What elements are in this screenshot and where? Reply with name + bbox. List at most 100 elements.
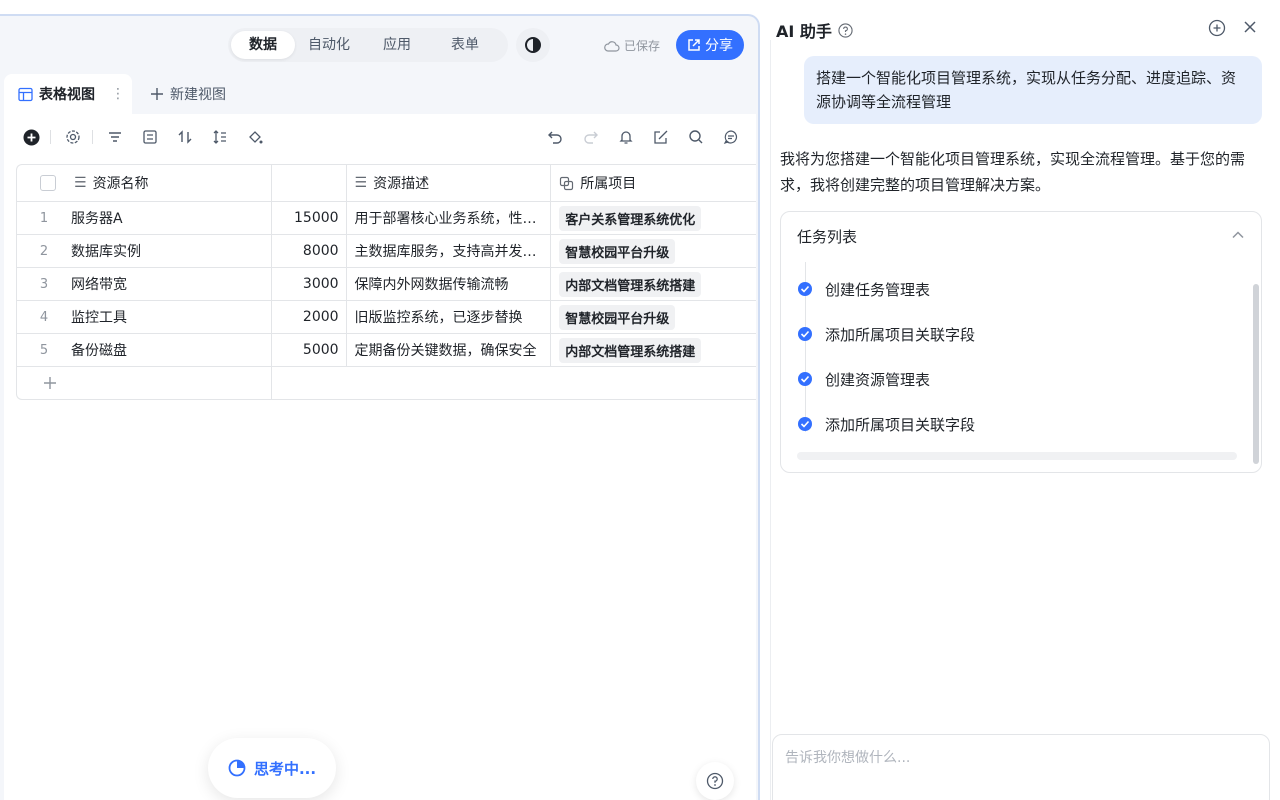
cell-amount[interactable]: 2000 [303,309,339,325]
cell-description[interactable]: 定期备份关键数据，确保安全 [355,340,537,360]
undo-button[interactable] [546,128,564,146]
filter-button[interactable] [106,128,124,146]
cell-description[interactable]: 保障内外网数据传输流畅 [355,274,509,294]
project-tag[interactable]: 客户关系管理系统优化 [559,205,702,231]
filter-icon [109,132,121,142]
tab-data[interactable]: 数据 [231,31,295,59]
cell-amount[interactable]: 5000 [303,342,339,358]
theme-toggle-button[interactable] [516,28,550,62]
field-settings-button[interactable] [64,128,82,146]
task-list-scrollbar[interactable] [1253,284,1259,464]
loading-icon [228,759,246,777]
theme-icon [525,37,541,53]
row-number: 1 [39,210,49,226]
comment-icon [723,130,737,145]
column-header-amount[interactable] [272,165,347,201]
check-circle-icon [798,282,812,296]
redo-button[interactable] [582,128,600,146]
table-row[interactable]: 1 服务器A 15000 用于部署核心业务系统，性… 客户关系管理系统优化 [17,202,756,235]
more-icon[interactable]: ⋮ [111,86,125,102]
table-row[interactable]: 5 备份磁盘 5000 定期备份关键数据，确保安全 内部文档管理系统搭建 [17,334,756,367]
share-icon [688,39,700,51]
grid-content: ☰ 资源名称 ☰ 资源描述 所属项目 1 服务器A 15000 用于部署核心业务系… [4,114,756,800]
table-row[interactable]: 3 网络带宽 3000 保障内外网数据传输流畅 内部文档管理系统搭建 [17,268,756,301]
plus-icon [151,88,163,100]
sort-button[interactable] [176,128,194,146]
help-button[interactable] [696,762,734,800]
text-field-icon: ☰ [354,175,368,191]
add-row[interactable] [17,367,756,399]
cell-resource-name[interactable]: 网络带宽 [71,274,127,294]
fill-color-button[interactable] [246,128,264,146]
grid-view-icon [18,87,33,101]
new-view-button[interactable]: 新建视图 [150,74,226,114]
table-row[interactable]: 4 监控工具 2000 旧版监控系统，已逐步替换 智慧校园平台升级 [17,301,756,334]
cloud-icon [604,40,620,52]
comment-button[interactable] [722,128,740,146]
select-all-checkbox[interactable] [40,175,56,191]
share-label: 分享 [705,38,733,54]
data-grid: ☰ 资源名称 ☰ 资源描述 所属项目 1 服务器A 15000 用于部署核心业务系… [16,164,756,400]
check-circle-icon [798,327,812,341]
task-item: 创建任务管理表 [797,278,930,300]
view-tabs: 表格视图 ⋮ 新建视图 [4,74,756,114]
task-item: 添加所属项目关联字段 [797,413,975,435]
plus-icon[interactable] [43,376,57,390]
redo-icon [584,131,598,144]
save-status: 已保存 [604,37,660,54]
notification-button[interactable] [617,128,635,146]
add-circle-icon [23,129,39,145]
cell-resource-name[interactable]: 备份磁盘 [71,340,127,360]
cell-description[interactable]: 用于部署核心业务系统，性… [355,208,537,228]
row-height-button[interactable] [211,128,229,146]
edit-button[interactable] [652,128,670,146]
column-header-label: 资源描述 [373,176,430,192]
text-field-icon: ☰ [74,175,87,191]
task-item: 添加所属项目关联字段 [797,323,975,345]
thinking-label: 思考中... [253,759,317,778]
add-record-button[interactable] [22,128,40,146]
column-header-description[interactable]: ☰ 资源描述 [347,165,552,201]
project-tag[interactable]: 内部文档管理系统搭建 [559,271,702,297]
row-number: 3 [39,276,49,292]
cell-resource-name[interactable]: 服务器A [71,208,123,228]
task-list-card: 任务列表 创建任务管理表 添加所属项目关联字段 创建资源管理表 添加所属项目关联… [780,211,1262,473]
tab-forms[interactable]: 表单 [431,31,499,59]
cell-amount[interactable]: 8000 [303,243,339,259]
sort-icon [178,130,192,144]
cell-description[interactable]: 旧版监控系统，已逐步替换 [355,307,523,327]
tab-apps[interactable]: 应用 [363,31,431,59]
ai-assistant-panel: AI 助手 搭建一个智能化项目管理系统，实现从任务分配、进度追踪、资源协调等全流… [762,0,1280,800]
chat-input[interactable]: 告诉我你想做什么... [772,734,1270,800]
group-button[interactable] [141,128,159,146]
close-icon [1244,21,1256,33]
row-height-icon [213,130,226,144]
column-header-label: 所属项目 [580,176,637,192]
view-tab-grid[interactable]: 表格视图 ⋮ [4,74,132,114]
gear-icon [66,130,80,144]
new-chat-button[interactable] [1208,19,1226,41]
cell-resource-name[interactable]: 监控工具 [71,307,127,327]
check-circle-icon [798,372,812,386]
task-item: 创建资源管理表 [797,368,930,390]
search-button[interactable] [687,128,705,146]
collapse-button[interactable] [1231,228,1245,246]
table-row[interactable]: 2 数据库实例 8000 主数据库服务，支持高并发… 智慧校园平台升级 [17,235,756,268]
task-label: 创建任务管理表 [825,280,931,299]
tab-automation[interactable]: 自动化 [295,31,363,59]
assistant-title: AI 助手 [776,18,853,42]
project-tag[interactable]: 内部文档管理系统搭建 [559,337,702,363]
cell-resource-name[interactable]: 数据库实例 [71,241,141,261]
column-header-project[interactable]: 所属项目 [551,165,756,201]
cell-amount[interactable]: 15000 [294,210,339,226]
check-circle-icon [798,417,812,431]
help-icon[interactable] [838,22,853,38]
close-panel-button[interactable] [1242,19,1258,39]
share-button[interactable]: 分享 [676,30,744,60]
cell-description[interactable]: 主数据库服务，支持高并发… [355,241,537,261]
cell-amount[interactable]: 3000 [303,276,339,292]
project-tag[interactable]: 智慧校园平台升级 [559,238,676,264]
row-number: 4 [39,309,49,325]
column-header-name[interactable]: ☰ 资源名称 [17,165,272,201]
project-tag[interactable]: 智慧校园平台升级 [559,304,676,330]
